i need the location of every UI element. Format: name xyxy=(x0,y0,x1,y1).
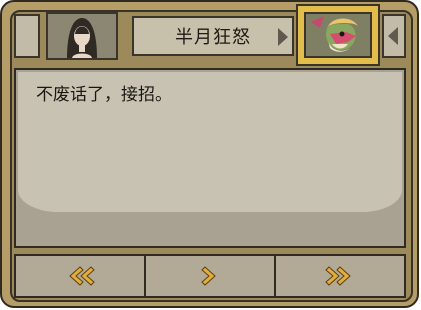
dialog-controls xyxy=(14,254,406,298)
monster-portrait-icon xyxy=(306,14,370,56)
speaker-portrait-image xyxy=(304,12,372,58)
triangle-left-icon xyxy=(388,27,398,45)
player-portrait xyxy=(46,12,118,60)
triangle-right-icon xyxy=(278,28,288,46)
chevron-right-icon xyxy=(201,266,216,286)
player-portrait-icon xyxy=(48,14,116,58)
right-tab xyxy=(382,14,406,58)
rewind-button[interactable] xyxy=(16,256,146,296)
next-button[interactable] xyxy=(146,256,276,296)
speaker-portrait xyxy=(296,4,380,66)
speaker-name-tab: 半月狂怒 xyxy=(132,16,294,56)
left-tab xyxy=(14,14,40,58)
speaker-name: 半月狂怒 xyxy=(175,27,251,48)
fast-forward-button[interactable] xyxy=(276,256,404,296)
double-chevron-right-icon xyxy=(325,266,351,286)
dialog-text: 不废话了，接招。 xyxy=(36,85,172,105)
double-chevron-left-icon xyxy=(69,266,95,286)
dialog-box: 不废话了，接招。 xyxy=(14,68,406,248)
